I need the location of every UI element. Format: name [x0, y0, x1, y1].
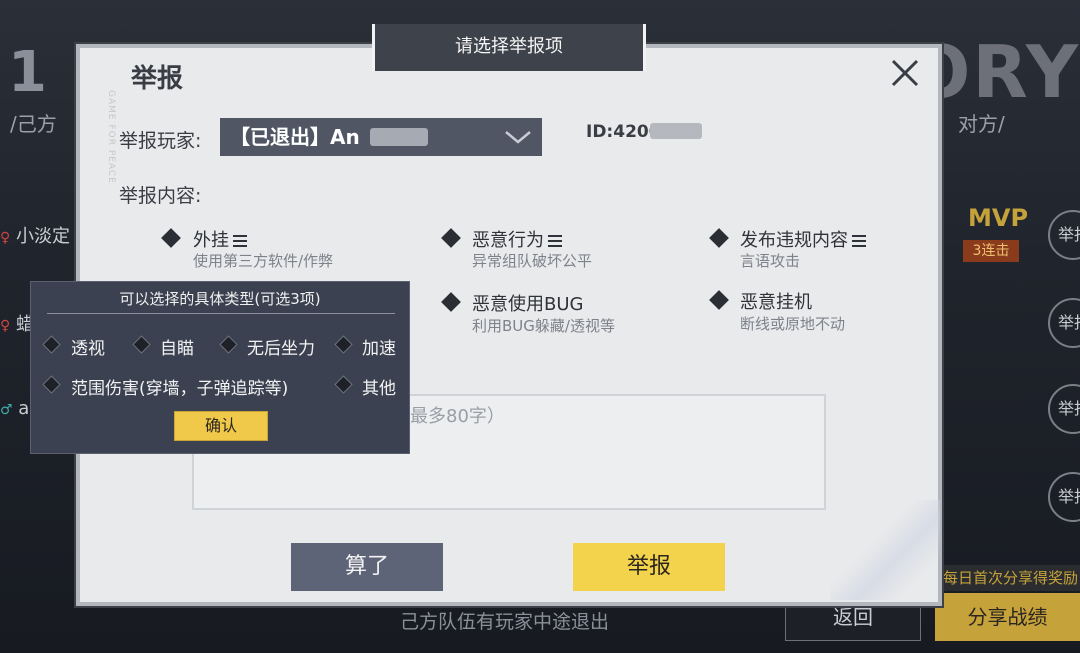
menu-icon	[548, 235, 562, 247]
menu-icon	[233, 235, 247, 247]
report-player-button[interactable]: 举报	[1048, 210, 1080, 260]
confirm-button[interactable]: 确认	[174, 411, 268, 441]
option-label: 无后坐力	[247, 339, 315, 359]
option-title: 恶意挂机	[740, 292, 812, 313]
dialog-header-tab: 请选择举报项	[372, 24, 646, 71]
option-title: 恶意使用BUG	[472, 294, 584, 315]
game-watermark: GAME FOR PEACE	[106, 90, 116, 184]
menu-icon	[852, 235, 866, 247]
teammate-name: ♀ 小淡定	[0, 226, 70, 247]
close-button[interactable]	[884, 52, 926, 94]
diamond-icon	[132, 335, 151, 354]
combo-badge: 3连击	[963, 240, 1019, 262]
diamond-icon	[334, 335, 353, 354]
diamond-icon	[334, 375, 353, 394]
subtype-option-wallhack[interactable]: 透视	[42, 334, 123, 359]
diamond-icon	[709, 228, 729, 248]
textarea-placeholder: 最多80字）	[410, 406, 505, 427]
diamond-icon	[219, 335, 238, 354]
close-icon	[891, 59, 919, 87]
subtype-option-area-damage[interactable]: 范围伤害(穿墙，子弹追踪等)	[42, 374, 313, 399]
subtype-option-speed[interactable]: 加速	[334, 334, 407, 359]
report-player-button[interactable]: 举报	[1048, 384, 1080, 434]
diamond-icon	[42, 335, 61, 354]
teammate-name: ♀ 蜡	[0, 314, 34, 335]
submit-report-button[interactable]: 举报	[573, 543, 725, 591]
cancel-button[interactable]: 算了	[291, 543, 443, 591]
diamond-icon	[161, 228, 181, 248]
option-desc: 利用BUG躲藏/透视等	[472, 317, 615, 335]
dialog-title: 举报	[131, 64, 184, 94]
report-option-afk[interactable]: 恶意挂机 断线或原地不动	[708, 288, 908, 334]
popup-divider	[47, 313, 395, 314]
option-desc: 异常组队破坏公平	[472, 252, 593, 270]
subtype-option-other[interactable]: 其他	[334, 374, 407, 399]
player-dropdown[interactable]: 【已退出】An	[220, 118, 542, 156]
option-desc: 言语攻击	[740, 252, 801, 270]
option-label: 自瞄	[160, 339, 194, 359]
subtype-option-aimbot[interactable]: 自瞄	[132, 334, 213, 359]
diamond-icon	[709, 290, 729, 310]
report-option-bug-abuse[interactable]: 恶意使用BUG 利用BUG躲藏/透视等	[440, 290, 640, 336]
option-title: 发布违规内容	[740, 226, 866, 252]
name-redaction	[370, 128, 428, 146]
teammate-quit-message: 己方队伍有玩家中途退出	[400, 611, 610, 633]
chevron-down-icon	[505, 131, 531, 144]
popup-title: 可以选择的具体类型(可选3项)	[119, 290, 321, 308]
option-label: 加速	[362, 339, 396, 359]
player-name: 【已退出】An	[230, 125, 360, 149]
option-title: 恶意行为	[472, 226, 562, 252]
option-desc: 断线或原地不动	[740, 315, 846, 333]
dialog-decoration	[830, 500, 940, 600]
enemy-side-label: 对方/	[958, 112, 1005, 136]
share-record-button[interactable]: 分享战绩	[935, 593, 1080, 641]
report-option-cheat[interactable]: 外挂 使用第三方软件/作弊	[160, 226, 360, 272]
report-player-button[interactable]: 举报	[1048, 472, 1080, 522]
option-label: 透视	[71, 339, 105, 359]
report-option-illegal-content[interactable]: 发布违规内容 言语攻击	[708, 226, 908, 272]
diamond-icon	[441, 228, 461, 248]
subtype-option-no-recoil[interactable]: 无后坐力	[219, 334, 324, 359]
report-option-malicious[interactable]: 恶意行为 异常组队破坏公平	[440, 226, 640, 272]
diamond-icon	[42, 375, 61, 394]
option-desc: 使用第三方软件/作弊	[193, 252, 334, 270]
option-title: 外挂	[193, 226, 247, 252]
content-label: 举报内容:	[119, 185, 202, 207]
team-score: 1	[8, 40, 47, 105]
share-reward-banner: 每日首次分享得奖励	[935, 565, 1080, 591]
player-label: 举报玩家:	[119, 130, 202, 152]
mvp-label: MVP	[968, 204, 1029, 232]
own-side-label: /己方	[10, 112, 57, 136]
report-player-button[interactable]: 举报	[1048, 298, 1080, 348]
option-label: 其他	[362, 379, 396, 399]
cheat-subtype-popup: 可以选择的具体类型(可选3项) 透视 自瞄 无后坐力 加速 范围伤害(穿墙，子弹…	[30, 281, 410, 454]
id-redaction	[650, 123, 702, 139]
option-label: 范围伤害(穿墙，子弹追踪等)	[71, 379, 289, 399]
diamond-icon	[441, 292, 461, 312]
